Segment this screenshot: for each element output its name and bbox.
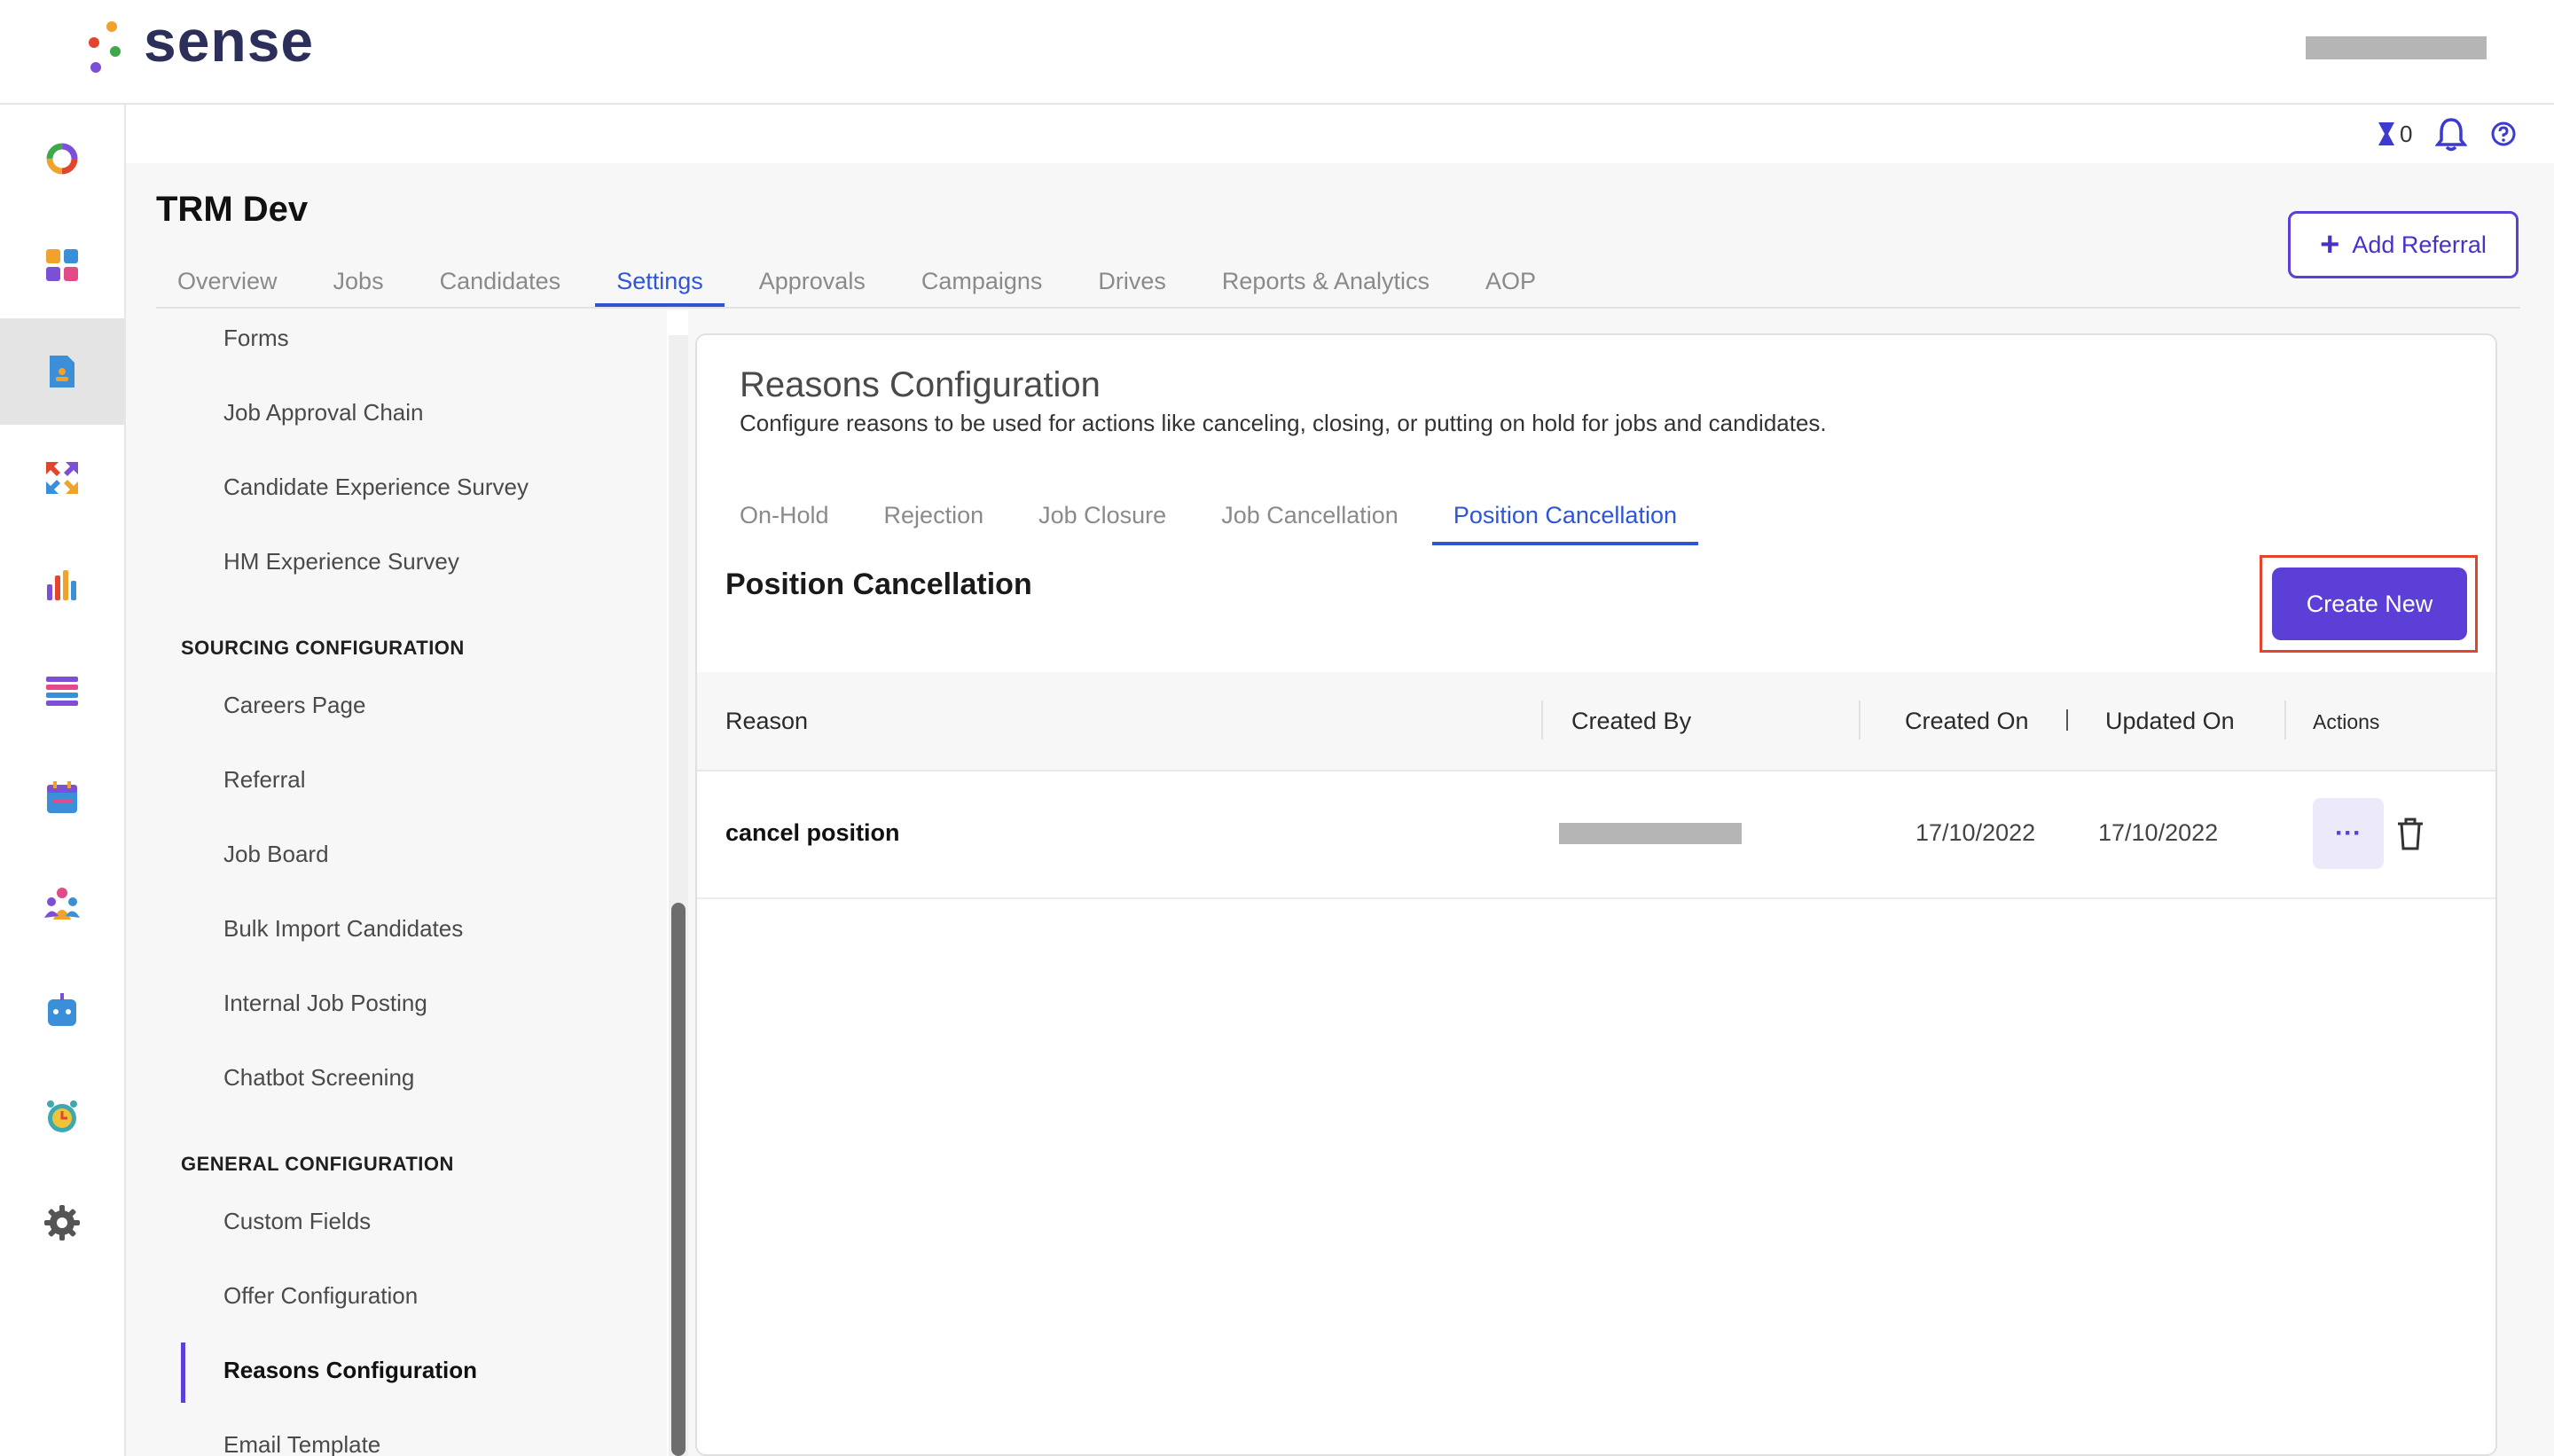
column-separator[interactable] [1859, 701, 1861, 740]
tab-approvals[interactable]: Approvals [738, 257, 887, 307]
row-divider [697, 897, 2495, 899]
tab-campaigns[interactable]: Campaigns [900, 257, 1064, 307]
rail-integrations[interactable] [0, 425, 124, 531]
trash-icon[interactable] [2394, 816, 2426, 851]
rail-jobs[interactable] [0, 318, 124, 425]
gear-icon [44, 1205, 80, 1241]
hourglass-count: 0 [2400, 120, 2413, 147]
top-bar [0, 0, 2554, 105]
rail-teams[interactable] [0, 850, 124, 957]
add-referral-label: Add Referral [2352, 231, 2487, 258]
page-title: TRM Dev [156, 190, 309, 229]
add-referral-button[interactable]: + Add Referral [2288, 211, 2519, 278]
subtab-rejection[interactable]: Rejection [863, 493, 1006, 545]
people-icon [44, 888, 80, 920]
logo-text[interactable]: sense [144, 7, 314, 74]
alarm-clock-icon [47, 1100, 77, 1132]
main-tabs: Overview Jobs Candidates Settings Approv… [156, 257, 1571, 307]
rail-lists[interactable] [0, 638, 124, 744]
rail-calendar[interactable] [0, 744, 124, 850]
user-name-redacted[interactable] [2306, 36, 2487, 59]
submenu-item-chatbot-screening[interactable]: Chatbot Screening [223, 1064, 414, 1092]
reason-type-tabs: On-Hold Rejection Job Closure Job Cancel… [740, 493, 1732, 545]
grid-tiles-icon [46, 249, 78, 281]
more-actions-button[interactable]: ··· [2313, 798, 2384, 869]
plus-icon: + [2320, 226, 2340, 263]
rail-settings[interactable] [0, 1170, 124, 1276]
submenu-item-reasons-configuration[interactable]: Reasons Configuration [223, 1357, 477, 1384]
rail-reminders[interactable] [0, 1063, 124, 1170]
rail-dashboard[interactable] [0, 106, 124, 212]
tab-overview[interactable]: Overview [156, 257, 299, 307]
icon-rail [0, 105, 126, 1456]
submenu-item-candidate-experience-survey[interactable]: Candidate Experience Survey [223, 474, 529, 501]
tab-settings[interactable]: Settings [595, 257, 725, 307]
bell-icon[interactable] [2435, 116, 2468, 152]
donut-chart-icon [46, 143, 78, 175]
tab-aop[interactable]: AOP [1464, 257, 1557, 307]
tab-drives[interactable]: Drives [1077, 257, 1187, 307]
submenu-item-hm-experience-survey[interactable]: HM Experience Survey [223, 548, 459, 575]
bar-chart-icon [47, 570, 76, 600]
calendar-icon [47, 781, 77, 813]
submenu-item-email-template[interactable]: Email Template [223, 1431, 380, 1456]
sense-logo-icon[interactable] [85, 20, 124, 76]
create-new-button[interactable]: Create New [2272, 568, 2467, 640]
cell-reason: cancel position [725, 819, 900, 846]
robot-icon [48, 993, 76, 1026]
rail-analytics[interactable] [0, 531, 124, 638]
settings-submenu: Forms Job Approval Chain Candidate Exper… [126, 310, 667, 1456]
rail-chatbot[interactable] [0, 957, 124, 1063]
card-description: Configure reasons to be used for actions… [740, 410, 1827, 436]
submenu-item-job-board[interactable]: Job Board [223, 841, 329, 868]
submenu-item-careers-page[interactable]: Careers Page [223, 692, 365, 719]
hourglass-icon [2378, 122, 2394, 145]
column-separator[interactable] [1541, 701, 1543, 740]
column-header-updated-on[interactable]: Updated On [2105, 708, 2235, 735]
help-icon[interactable] [2490, 121, 2517, 147]
column-header-created-by[interactable]: Created By [1571, 708, 1691, 735]
tab-reports-analytics[interactable]: Reports & Analytics [1201, 257, 1451, 307]
subtab-job-cancellation[interactable]: Job Cancellation [1200, 493, 1420, 545]
subtab-job-closure[interactable]: Job Closure [1017, 493, 1187, 545]
column-separator[interactable] [2284, 701, 2286, 740]
utility-bar: 0 [2377, 114, 2517, 154]
submenu-item-forms[interactable]: Forms [223, 325, 289, 352]
column-header-actions: Actions [2313, 710, 2380, 733]
tab-jobs[interactable]: Jobs [312, 257, 405, 307]
submenu-item-bulk-import-candidates[interactable]: Bulk Import Candidates [223, 915, 463, 943]
cell-created-by-redacted [1559, 823, 1742, 844]
column-header-reason[interactable]: Reason [725, 708, 808, 735]
column-header-created-on[interactable]: Created On [1905, 708, 2029, 735]
column-resize-handle[interactable] [2066, 709, 2068, 731]
subtab-position-cancellation[interactable]: Position Cancellation [1431, 493, 1699, 545]
submenu-item-job-approval-chain[interactable]: Job Approval Chain [223, 399, 423, 427]
cell-updated-on: 17/10/2022 [2098, 819, 2219, 846]
submenu-item-internal-job-posting[interactable]: Internal Job Posting [223, 990, 427, 1017]
tab-candidates[interactable]: Candidates [419, 257, 583, 307]
arrows-exchange-icon [46, 462, 78, 494]
section-general-configuration: GENERAL CONFIGURATION [181, 1153, 454, 1175]
submenu-scrollbar-thumb[interactable] [671, 903, 686, 1456]
document-icon [50, 356, 74, 387]
subtab-on-hold[interactable]: On-Hold [718, 493, 850, 545]
section-title: Position Cancellation [725, 568, 1032, 601]
section-sourcing-configuration: SOURCING CONFIGURATION [181, 637, 465, 659]
submenu-item-custom-fields[interactable]: Custom Fields [223, 1208, 371, 1235]
list-icon [46, 677, 78, 706]
active-item-indicator [181, 1342, 185, 1403]
submenu-item-referral[interactable]: Referral [223, 766, 305, 794]
card-title: Reasons Configuration [740, 365, 1101, 404]
pending-tasks[interactable]: 0 [2377, 121, 2412, 148]
submenu-item-offer-configuration[interactable]: Offer Configuration [223, 1282, 418, 1310]
tabs-divider [156, 307, 2520, 309]
rail-apps[interactable] [0, 212, 124, 318]
cell-created-on: 17/10/2022 [1916, 819, 2036, 846]
